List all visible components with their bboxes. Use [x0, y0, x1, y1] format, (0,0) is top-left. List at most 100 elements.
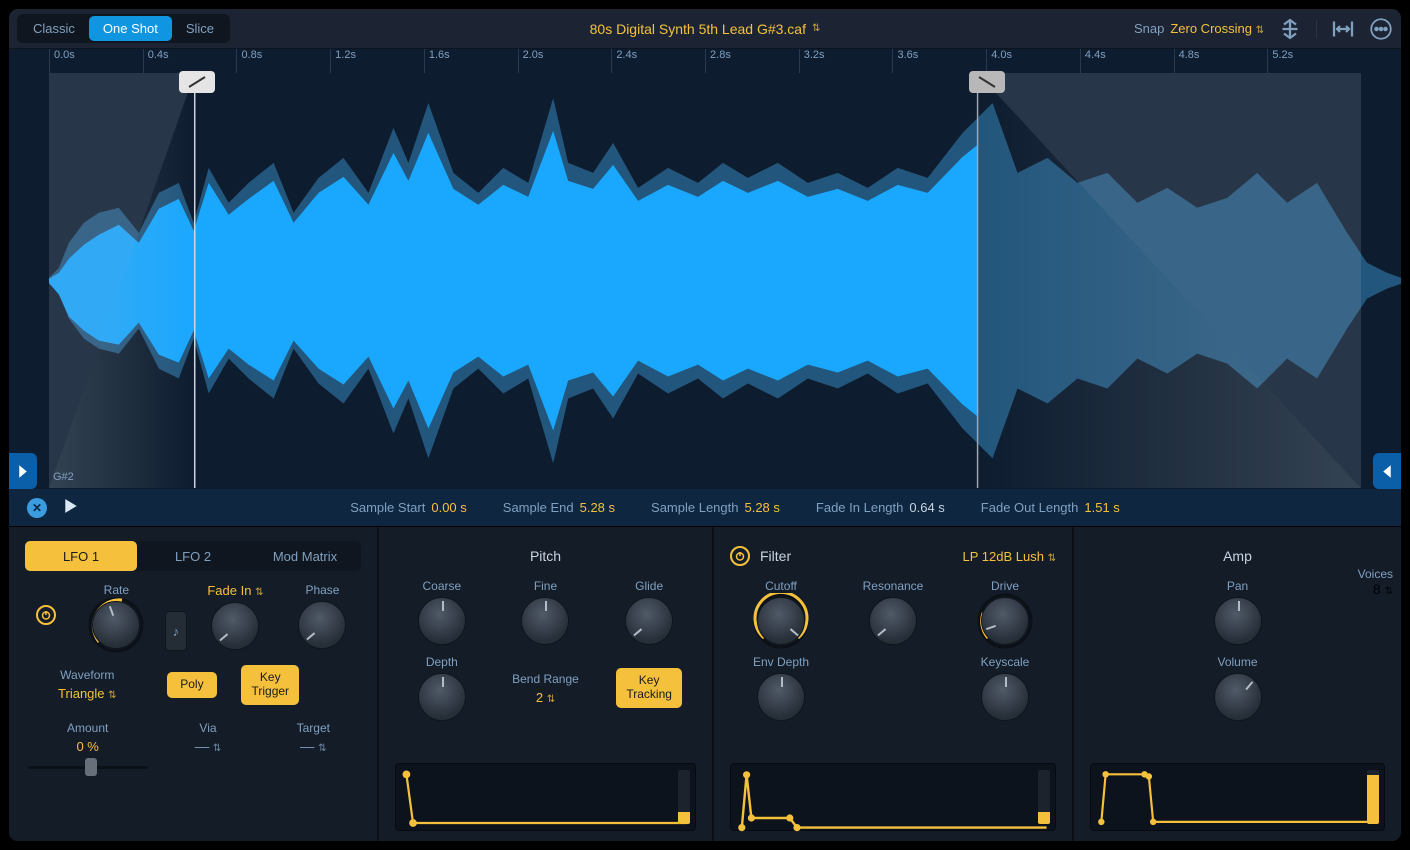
resonance-knob[interactable] — [869, 597, 917, 645]
sample-end-value[interactable]: 5.28 s — [580, 500, 615, 515]
tab-one-shot[interactable]: One Shot — [89, 16, 172, 41]
waveform-select[interactable]: Triangle ⇅ — [58, 686, 117, 701]
info-label: Sample Length — [651, 500, 738, 515]
depth-label: Depth — [426, 655, 458, 669]
key-trigger-button[interactable]: Key Trigger — [241, 665, 299, 705]
tick: 0.0s — [49, 49, 143, 73]
drive-knob[interactable] — [981, 597, 1029, 645]
envelope-level-meter — [678, 770, 690, 824]
sample-info: Sample Start 0.00 s Sample End 5.28 s Samp… — [350, 500, 1120, 515]
coarse-label: Coarse — [422, 579, 461, 593]
pitch-envelope[interactable] — [395, 763, 696, 831]
tab-lfo2[interactable]: LFO 2 — [137, 541, 249, 571]
sample-end-flag[interactable] — [1373, 453, 1401, 489]
tick: 1.6s — [424, 49, 518, 73]
key-tracking-button[interactable]: Key Tracking — [616, 668, 682, 708]
play-button[interactable] — [63, 498, 79, 517]
sample-length-value[interactable]: 5.28 s — [744, 500, 779, 515]
waveform-display[interactable]: 0.0s 0.4s 0.8s 1.2s 1.6s 2.0s 2.4s 2.8s … — [9, 49, 1401, 489]
phase-knob[interactable] — [298, 601, 346, 649]
filter-envelope[interactable] — [730, 763, 1056, 831]
tab-classic[interactable]: Classic — [19, 16, 89, 41]
cutoff-label: Cutoff — [765, 579, 797, 593]
waveform-svg — [9, 73, 1401, 488]
time-ruler[interactable]: 0.0s 0.4s 0.8s 1.2s 1.6s 2.0s 2.4s 2.8s … — [49, 49, 1361, 73]
tab-lfo1[interactable]: LFO 1 — [25, 541, 137, 571]
fade-in-value[interactable]: 0.64 s — [909, 500, 944, 515]
target-select[interactable]: –– ⇅ — [300, 739, 326, 754]
envelope-level-meter — [1367, 770, 1379, 824]
tick: 4.8s — [1174, 49, 1268, 73]
file-name: 80s Digital Synth 5th Lead G#3.caf — [590, 21, 806, 37]
poly-button[interactable]: Poly — [167, 672, 217, 698]
pitch-panel: Pitch Coarse Fine Glide Depth Bend Range… — [379, 527, 714, 841]
mode-tabs: Classic One Shot Slice — [17, 14, 230, 43]
amp-envelope[interactable] — [1090, 763, 1385, 831]
more-menu-icon[interactable] — [1369, 17, 1393, 41]
sync-toggle[interactable]: ♪ — [165, 611, 187, 651]
divider — [1316, 20, 1317, 38]
sampler-editor: Classic One Shot Slice 80s Digital Synth… — [8, 8, 1402, 842]
pitch-depth-knob[interactable] — [418, 673, 466, 721]
pan-knob[interactable] — [1214, 597, 1262, 645]
sample-start-flag[interactable] — [9, 453, 37, 489]
envelope-level-meter — [1038, 770, 1050, 824]
snap-value[interactable]: Zero Crossing — [1170, 21, 1252, 36]
filter-power-button[interactable] — [730, 546, 750, 566]
glide-knob[interactable] — [625, 597, 673, 645]
amount-slider[interactable] — [28, 758, 148, 776]
transport-info-bar: ✕ Sample Start 0.00 s Sample End 5.28 s Sa… — [9, 489, 1401, 527]
fade-out-handle[interactable] — [969, 71, 1005, 93]
filter-title: Filter — [760, 548, 791, 564]
fine-knob[interactable] — [521, 597, 569, 645]
info-label: Sample Start — [350, 500, 425, 515]
env-depth-knob[interactable] — [757, 673, 805, 721]
tick: 2.4s — [611, 49, 705, 73]
volume-label: Volume — [1217, 655, 1257, 669]
bend-range-label: Bend Range — [512, 672, 579, 686]
chevrons-icon: ⇅ — [1256, 25, 1264, 36]
drive-label: Drive — [991, 579, 1019, 593]
filter-panel: Filter LP 12dB Lush ⇅ Cutoff Resonance D… — [714, 527, 1074, 841]
rate-label: Rate — [104, 583, 129, 597]
file-select[interactable]: 80s Digital Synth 5th Lead G#3.caf ⇅ — [590, 21, 821, 37]
lfo-panel: LFO 1 LFO 2 Mod Matrix Rate — [9, 527, 379, 841]
lfo-power-button[interactable] — [36, 605, 56, 625]
env-depth-label: Env Depth — [753, 655, 809, 669]
cancel-button[interactable]: ✕ — [27, 498, 47, 518]
info-label: Fade In Length — [816, 500, 903, 515]
amp-panel: Amp Voices 8 ⇅ Pan Volume — [1074, 527, 1401, 841]
tick: 4.4s — [1080, 49, 1174, 73]
bend-range-value[interactable]: 2 ⇅ — [536, 690, 555, 705]
snap-label: Snap — [1134, 21, 1164, 36]
waveform-label: Waveform — [60, 668, 114, 682]
mod-tabs: LFO 1 LFO 2 Mod Matrix — [25, 541, 361, 571]
filter-type-select[interactable]: LP 12dB Lush ⇅ — [963, 549, 1056, 564]
sample-start-value[interactable]: 0.00 s — [431, 500, 466, 515]
vertical-zoom-icon[interactable] — [1278, 17, 1302, 41]
voices-label: Voices — [1358, 567, 1393, 581]
rate-knob[interactable] — [92, 601, 140, 649]
info-label: Sample End — [503, 500, 574, 515]
fade-mode-select[interactable]: Fade In ⇅ — [207, 583, 263, 598]
fade-in-handle[interactable] — [179, 71, 215, 93]
voices-value[interactable]: 8 — [1373, 581, 1381, 597]
horizontal-fit-icon[interactable] — [1331, 17, 1355, 41]
tab-mod-matrix[interactable]: Mod Matrix — [249, 541, 361, 571]
coarse-knob[interactable] — [418, 597, 466, 645]
fade-out-value[interactable]: 1.51 s — [1084, 500, 1119, 515]
cutoff-knob[interactable] — [757, 597, 805, 645]
tab-slice[interactable]: Slice — [172, 16, 228, 41]
tick: 0.4s — [143, 49, 237, 73]
keyscale-knob[interactable] — [981, 673, 1029, 721]
info-label: Fade Out Length — [981, 500, 1079, 515]
voices-control[interactable]: Voices 8 ⇅ — [1358, 567, 1393, 597]
volume-knob[interactable] — [1214, 673, 1262, 721]
parameter-panels: LFO 1 LFO 2 Mod Matrix Rate — [9, 527, 1401, 841]
amount-value[interactable]: 0 % — [76, 739, 98, 754]
fade-knob[interactable] — [211, 602, 259, 650]
fine-label: Fine — [534, 579, 557, 593]
via-select[interactable]: –– ⇅ — [195, 739, 221, 754]
pan-label: Pan — [1227, 579, 1248, 593]
root-note-label: G#2 — [53, 471, 74, 483]
